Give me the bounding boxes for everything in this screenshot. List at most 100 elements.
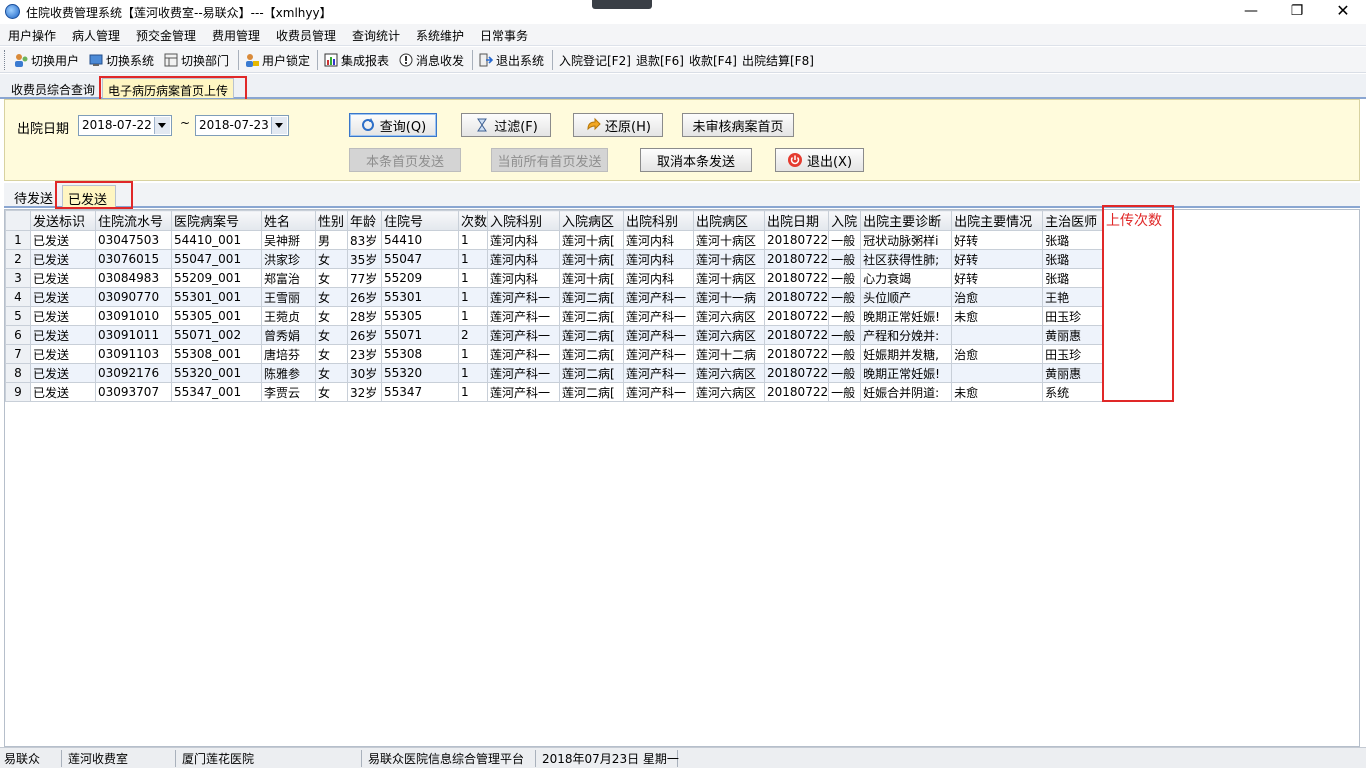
table-cell[interactable]: 55209	[381, 268, 459, 288]
table-cell[interactable]: 莲河二病[	[559, 382, 625, 402]
table-cell[interactable]: 已发送	[30, 363, 96, 383]
chevron-down-icon[interactable]	[271, 117, 287, 134]
table-cell[interactable]: 已发送	[30, 325, 96, 345]
table-cell[interactable]: 莲河六病区	[693, 306, 766, 326]
table-cell[interactable]: 莲河十病[	[559, 230, 625, 250]
table-cell[interactable]: 20180722	[764, 249, 830, 269]
table-cell[interactable]: 莲河产科一	[487, 344, 561, 364]
row-number[interactable]: 6	[5, 325, 31, 345]
table-cell[interactable]: 一般	[828, 363, 862, 383]
table-row[interactable]: 3 已发送 03084983 55209_001 郑富治女 77岁 55209 1 莲河内科 莲河…	[5, 268, 1105, 288]
table-cell[interactable]: 好转	[951, 249, 1044, 269]
table-cell[interactable]: 莲河产科一	[623, 306, 695, 326]
table-cell[interactable]: 郑富治	[261, 268, 316, 288]
table-cell[interactable]: 55071_002	[171, 325, 262, 345]
table-cell[interactable]: 产程和分娩并:	[860, 325, 953, 345]
table-cell[interactable]: 莲河产科一	[487, 382, 561, 402]
table-cell[interactable]: 女	[315, 287, 348, 307]
column-header[interactable]: 主治医师	[1042, 210, 1105, 231]
row-number[interactable]: 2	[5, 249, 31, 269]
table-cell[interactable]: 1	[457, 249, 489, 269]
minimize-button[interactable]: —	[1228, 0, 1274, 24]
discharge-settle-button[interactable]: 出院结算[F8]	[742, 51, 814, 69]
column-header[interactable]: 入院科别	[487, 210, 561, 231]
table-cell[interactable]: 田玉珍	[1042, 306, 1105, 326]
table-cell[interactable]: 03084983	[95, 268, 172, 288]
table-cell[interactable]: 35岁	[347, 249, 382, 269]
collect-button[interactable]: 收款[F4]	[689, 51, 737, 69]
table-cell[interactable]: 1	[457, 287, 489, 307]
table-cell[interactable]: 一般	[828, 382, 862, 402]
table-cell[interactable]: 莲河十病[	[559, 268, 625, 288]
report-button[interactable]: 集成报表	[324, 51, 389, 69]
table-cell[interactable]: 女	[315, 249, 348, 269]
table-cell[interactable]: 晚期正常妊娠!	[860, 306, 953, 326]
table-cell[interactable]: 陈雅参	[261, 363, 316, 383]
switch-user-button[interactable]: 切换用户	[14, 51, 79, 69]
table-cell[interactable]: 吴神掰	[261, 230, 316, 250]
table-cell[interactable]: 20180722	[764, 306, 830, 326]
table-row[interactable]: 2 已发送 03076015 55047_001 洪家珍女 35岁 55047 1 莲河内科 莲河…	[5, 249, 1105, 269]
refund-button[interactable]: 退款[F6]	[636, 51, 684, 69]
table-cell[interactable]: 已发送	[30, 344, 96, 364]
table-cell[interactable]: 03076015	[95, 249, 172, 269]
user-lock-button[interactable]: 用户锁定	[245, 51, 310, 69]
table-cell[interactable]: 莲河十一病	[693, 287, 766, 307]
table-cell[interactable]: 一般	[828, 325, 862, 345]
table-cell[interactable]: 03090770	[95, 287, 172, 307]
message-button[interactable]: 消息收发	[399, 51, 464, 69]
table-cell[interactable]: 莲河十病区	[693, 230, 766, 250]
table-cell[interactable]: 莲河产科一	[623, 325, 695, 345]
table-cell[interactable]: 20180722	[764, 230, 830, 250]
table-cell[interactable]: 03093707	[95, 382, 172, 402]
unreviewed-records-button[interactable]: 未审核病案首页	[682, 113, 794, 137]
filter-button[interactable]: 过滤(F)	[461, 113, 551, 137]
table-cell[interactable]	[951, 325, 1044, 345]
table-cell[interactable]: 55308_001	[171, 344, 262, 364]
table-cell[interactable]: 冠状动脉粥样i	[860, 230, 953, 250]
table-cell[interactable]: 社区获得性肺;	[860, 249, 953, 269]
table-cell[interactable]: 治愈	[951, 287, 1044, 307]
table-cell[interactable]: 王菀贞	[261, 306, 316, 326]
table-cell[interactable]: 一般	[828, 268, 862, 288]
table-cell[interactable]: 20180722	[764, 325, 830, 345]
send-this-record-button[interactable]: 本条首页发送	[349, 148, 461, 172]
table-cell[interactable]: 03092176	[95, 363, 172, 383]
table-cell[interactable]: 莲河产科一	[623, 344, 695, 364]
column-header[interactable]: 年龄	[347, 210, 382, 231]
menu-daily[interactable]: 日常事务	[480, 27, 528, 44]
table-cell[interactable]: 莲河六病区	[693, 363, 766, 383]
column-header[interactable]: 发送标识	[30, 210, 96, 231]
row-number[interactable]: 4	[5, 287, 31, 307]
table-cell[interactable]: 1	[457, 306, 489, 326]
table-cell[interactable]: 54410_001	[171, 230, 262, 250]
table-cell[interactable]: 莲河产科一	[623, 287, 695, 307]
table-cell[interactable]: 03047503	[95, 230, 172, 250]
column-header[interactable]: 出院科别	[623, 210, 695, 231]
column-header[interactable]: 次数	[457, 210, 489, 231]
menu-stats[interactable]: 查询统计	[352, 27, 400, 44]
table-cell[interactable]: 1	[457, 382, 489, 402]
table-cell[interactable]: 莲河二病[	[559, 363, 625, 383]
table-cell[interactable]: 一般	[828, 287, 862, 307]
table-cell[interactable]: 莲河二病[	[559, 344, 625, 364]
table-cell[interactable]: 妊娠期并发糖,	[860, 344, 953, 364]
drag-handle[interactable]	[592, 0, 652, 9]
table-cell[interactable]: 男	[315, 230, 348, 250]
date-from-picker[interactable]: 2018-07-22	[78, 115, 172, 136]
table-cell[interactable]: 1	[457, 363, 489, 383]
table-row[interactable]: 4 已发送 03090770 55301_001 王雪丽女 26岁 55301 1 莲河产科一莲…	[5, 287, 1105, 307]
table-cell[interactable]: 已发送	[30, 249, 96, 269]
table-cell[interactable]: 黄丽惠	[1042, 363, 1105, 383]
table-cell[interactable]: 张璐	[1042, 249, 1105, 269]
table-cell[interactable]: 03091011	[95, 325, 172, 345]
table-cell[interactable]: 20180722	[764, 268, 830, 288]
table-cell[interactable]: 治愈	[951, 344, 1044, 364]
table-row[interactable]: 1 已发送 03047503 54410_001 吴神掰男 83岁 54410 1 莲河内科 莲河…	[5, 230, 1105, 250]
column-header[interactable]: 姓名	[261, 210, 316, 231]
menu-system[interactable]: 系统维护	[416, 27, 464, 44]
switch-system-button[interactable]: 切换系统	[89, 51, 154, 69]
table-cell[interactable]: 莲河二病[	[559, 325, 625, 345]
table-cell[interactable]: 莲河产科一	[623, 382, 695, 402]
column-header[interactable]: 住院号	[381, 210, 459, 231]
